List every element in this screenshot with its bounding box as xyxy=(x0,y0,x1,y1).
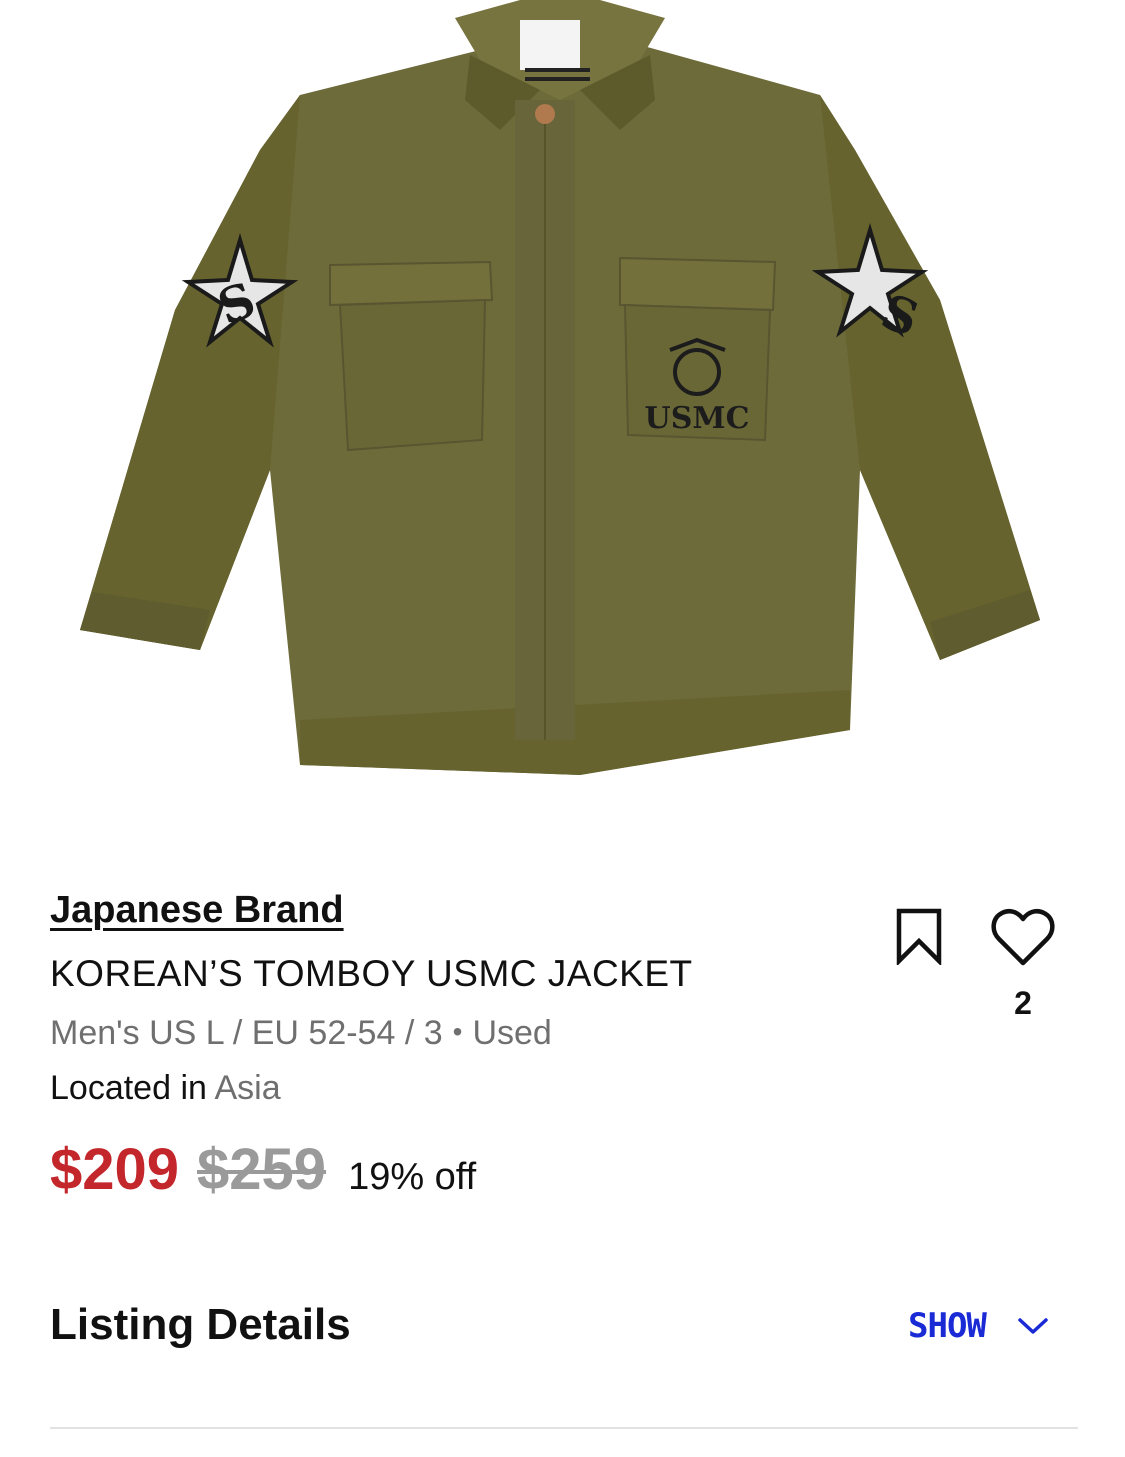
current-price: $209 xyxy=(50,1137,180,1202)
usmc-print: USMC xyxy=(645,401,750,436)
section-divider xyxy=(50,1427,1078,1429)
show-label: SHOW xyxy=(908,1306,987,1346)
location-label: Located in xyxy=(50,1069,207,1107)
item-condition: Used xyxy=(472,1014,552,1052)
jacket-button xyxy=(535,104,555,124)
item-title: KOREAN’S TOMBOY USMC JACKET xyxy=(50,953,693,994)
item-size: Men's US L / EU 52-54 / 3 xyxy=(50,1014,443,1052)
item-location: Located in Asia xyxy=(50,1069,281,1108)
listing-details-toggle[interactable]: SHOW xyxy=(908,1303,1050,1349)
price-row: $209 $259 19% off xyxy=(50,1136,476,1206)
like-button[interactable] xyxy=(990,907,1056,969)
like-count: 2 xyxy=(1014,985,1032,1021)
heart-icon xyxy=(991,909,1055,966)
save-button[interactable] xyxy=(895,907,943,967)
listing-details-title: Listing Details xyxy=(50,1300,351,1349)
jacket-photo: USMC S S xyxy=(80,0,1040,775)
original-price: $259 xyxy=(197,1137,327,1202)
chevron-down-icon xyxy=(1018,1318,1048,1334)
bookmark-icon xyxy=(896,908,942,967)
location-value: Asia xyxy=(214,1069,281,1107)
product-image[interactable]: USMC S S xyxy=(0,0,1125,790)
brand-link[interactable]: Japanese Brand xyxy=(50,889,344,932)
meta-separator: • xyxy=(452,1016,463,1047)
discount-label: 19% off xyxy=(348,1156,477,1198)
item-meta: Men's US L / EU 52-54 / 3 • Used xyxy=(50,1014,552,1053)
